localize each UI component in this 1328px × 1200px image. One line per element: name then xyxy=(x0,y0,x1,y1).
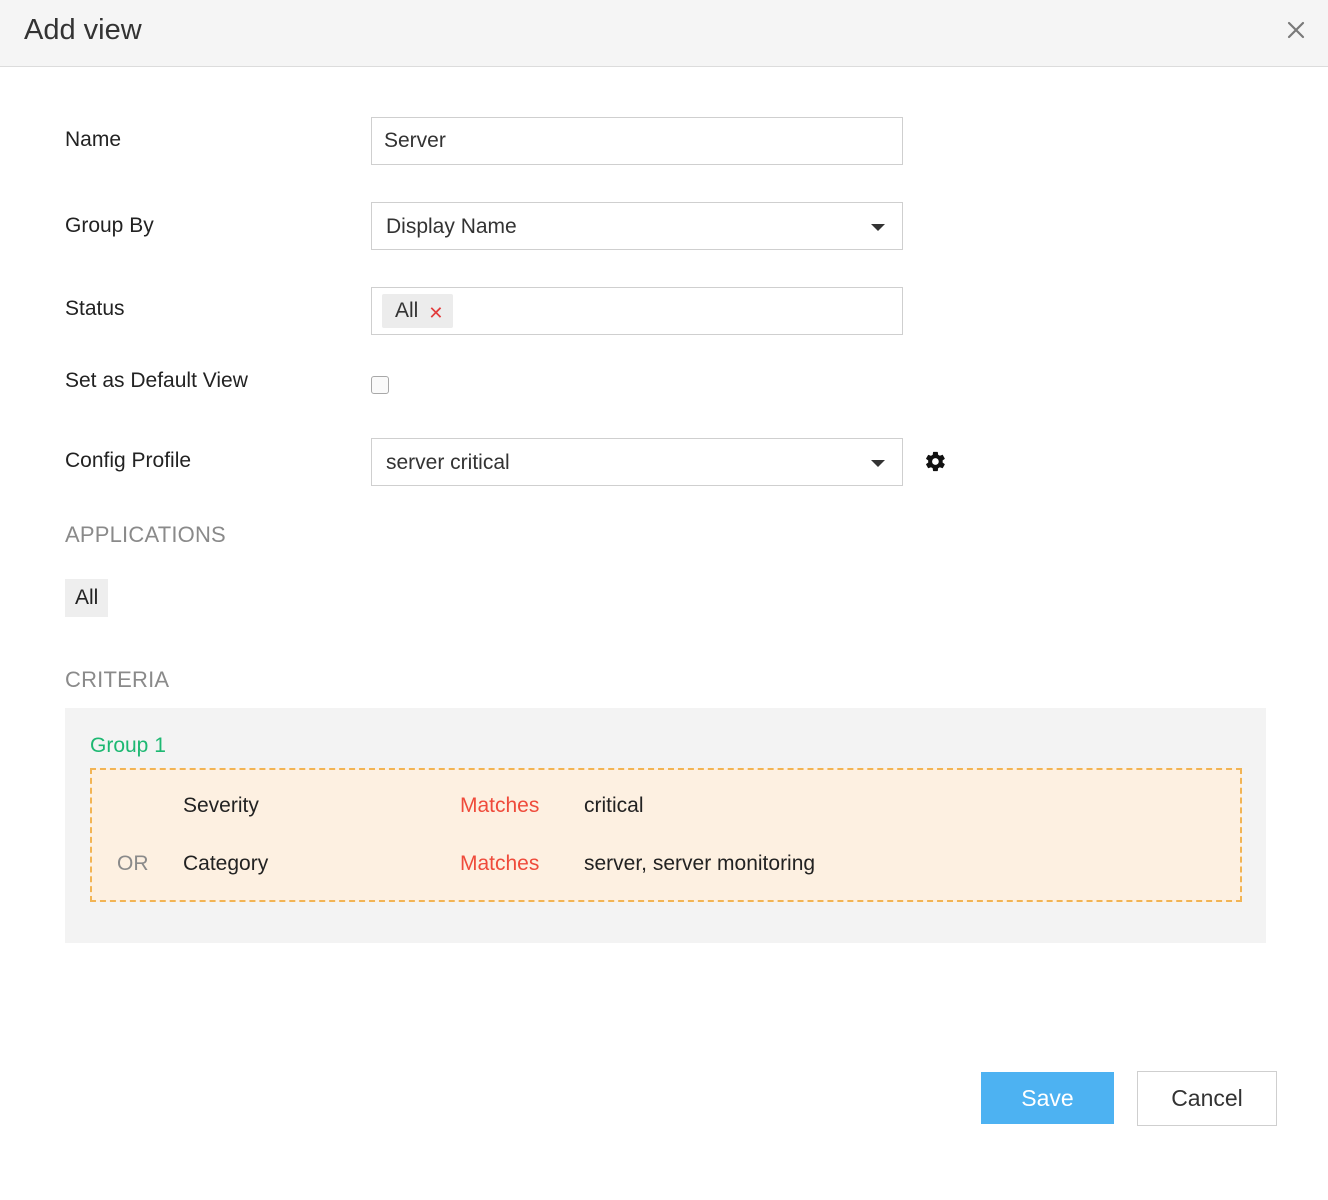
status-label: Status xyxy=(65,297,125,320)
criteria-row: OR Category Matches server, server monit… xyxy=(92,852,1240,882)
group-by-select[interactable]: Display Name xyxy=(371,202,903,250)
criteria-operator: OR xyxy=(117,852,149,875)
config-profile-label: Config Profile xyxy=(65,449,192,472)
config-profile-select[interactable]: server critical xyxy=(371,438,903,486)
criteria-field: Category xyxy=(183,852,269,875)
application-chip[interactable]: All xyxy=(65,579,109,617)
criteria-value: server, server monitoring xyxy=(584,852,816,875)
name-field[interactable] xyxy=(371,117,903,165)
dialog-title: Add view xyxy=(24,14,142,46)
criteria-field: Severity xyxy=(183,794,259,817)
criteria-panel: Group 1 Severity Matches critical OR Cat… xyxy=(65,708,1266,943)
criteria-row: Severity Matches critical xyxy=(92,794,1240,824)
chevron-down-icon xyxy=(871,224,885,231)
criteria-condition: Matches xyxy=(460,794,540,817)
applications-heading: APPLICATIONS xyxy=(65,522,226,547)
name-input[interactable] xyxy=(372,118,902,164)
status-multiselect[interactable]: All ✕ xyxy=(371,287,903,335)
save-button[interactable]: Save xyxy=(981,1072,1114,1124)
default-view-checkbox[interactable] xyxy=(371,376,389,394)
chevron-down-icon xyxy=(871,460,885,467)
criteria-heading: CRITERIA xyxy=(65,667,170,692)
group-by-label: Group By xyxy=(65,214,154,237)
close-icon[interactable] xyxy=(1284,18,1308,42)
cancel-button[interactable]: Cancel xyxy=(1137,1071,1277,1126)
status-tag: All ✕ xyxy=(382,294,454,328)
group-by-value: Display Name xyxy=(386,215,517,238)
gear-icon[interactable] xyxy=(924,450,947,473)
remove-tag-icon[interactable]: ✕ xyxy=(428,304,443,322)
criteria-condition: Matches xyxy=(460,852,540,875)
add-view-dialog: Add view Name Group By Display Name Stat… xyxy=(0,0,1328,1200)
group-title: Group 1 xyxy=(90,734,166,757)
criteria-value: critical xyxy=(584,794,644,817)
name-label: Name xyxy=(65,128,122,151)
default-view-label: Set as Default View xyxy=(65,369,248,392)
status-tag-label: All xyxy=(395,299,419,322)
criteria-group: Severity Matches critical OR Category Ma… xyxy=(90,768,1242,902)
dialog-header: Add view xyxy=(0,0,1328,67)
config-profile-value: server critical xyxy=(386,451,510,474)
